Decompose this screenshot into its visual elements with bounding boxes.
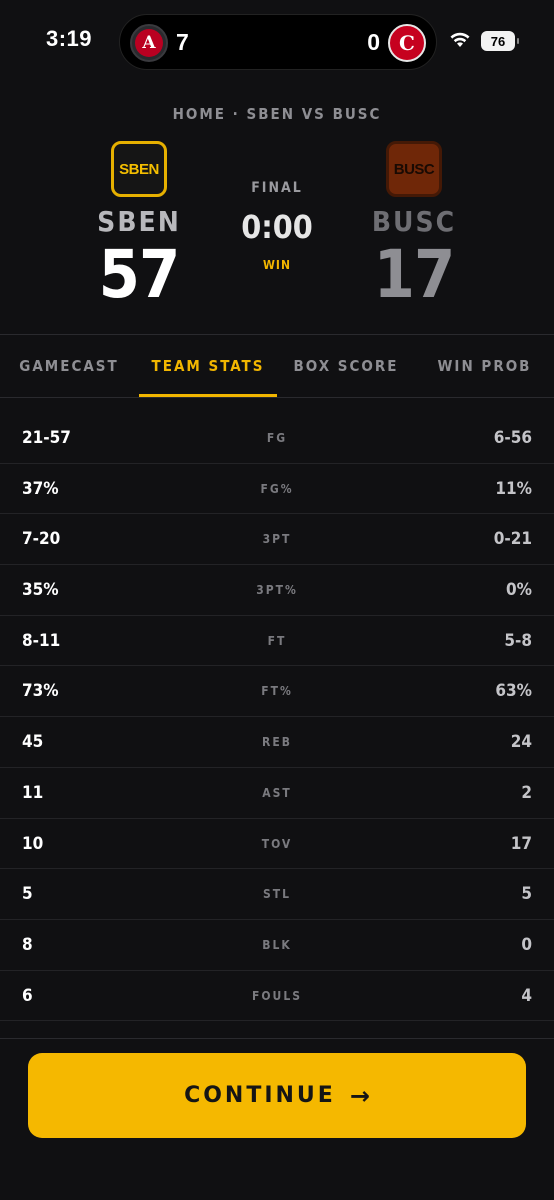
stat-label: STL [262,887,292,902]
game-result: WIN [263,258,291,272]
stat-row: 8 BLK 0 [0,920,554,971]
game-clock: 0:00 [241,208,313,246]
tabs-divider [0,397,554,398]
away-team-score: 17 [373,236,456,313]
stat-away-value: 5-8 [504,630,532,651]
stat-away-value: 11% [495,478,532,499]
away-team-abbr: BUSC [371,205,457,238]
stat-label: FG [266,431,288,445]
live-activity-left-score: 7 [176,29,189,55]
continue-button[interactable]: CONTINUE → [28,1053,526,1138]
continue-button-label: CONTINUE [184,1083,336,1108]
live-activity-right-score: 0 [367,29,380,55]
stat-label: BLK [262,937,292,952]
stat-away-value: 2 [521,782,532,803]
stat-row: 37% FG% 11% [0,464,554,515]
stat-row: 11 AST 2 [0,768,554,819]
wifi-icon [450,32,470,47]
stat-row: 7-20 3PT 0-21 [0,514,554,566]
stat-label: AST [262,785,292,800]
team-stats-table: 21-57 FG 6-56 37% FG% 11% 7-20 3PT 0-21 35% 3PT… [0,413,554,1022]
stat-row: 10 TOV 17 [0,819,554,870]
stat-label: REB [262,735,292,750]
tab-team-stats[interactable]: TEAM STATS [139,335,277,397]
battery-indicator: 76 [481,31,519,51]
away-team: BUSC BUSC 17 [344,141,484,308]
stat-away-value: 24 [510,732,532,753]
stat-row: 35% 3PT% 0% [0,565,554,616]
home-team-badge: SBEN [111,141,167,197]
stat-row: 8-11 FT 5-8 [0,616,554,667]
stat-away-value: 0 [521,934,532,955]
live-activity-island[interactable]: A 7 0 C [119,14,437,70]
stat-away-value: 0-21 [493,529,532,550]
stat-label: FT [267,633,287,648]
stat-row: 21-57 FG 6-56 [0,413,554,464]
stat-away-value: 17 [510,833,532,854]
stat-label: 3PT% [256,583,298,598]
tab-gamecast[interactable]: GAMECAST [0,335,138,397]
tab-win-prob[interactable]: WIN PROB [415,335,554,397]
game-status-label: FINAL [251,180,303,196]
status-time: 3:19 [46,26,93,51]
stat-row: 5 STL 5 [0,869,554,920]
stat-label: FT% [261,684,293,699]
stat-away-value: 6-56 [493,428,532,448]
home-team-abbr: SBEN [97,205,181,238]
stat-row: 73% FT% 63% [0,666,554,718]
stat-away-value: 4 [521,985,532,1006]
stat-label: FOULS [252,988,302,1003]
tab-box-score[interactable]: BOX SCORE [277,335,415,397]
stat-row: 6 FOULS 4 [0,971,554,1022]
home-team: SBEN SBEN 57 [69,141,209,308]
stat-away-value: 5 [521,884,532,905]
tab-bar: GAMECAST TEAM STATS BOX SCORE WIN PROB [0,335,554,397]
home-team-score: 57 [98,236,181,313]
arrow-right-icon: → [349,1081,370,1110]
away-team-badge: BUSC [386,141,442,197]
breadcrumb: HOME · SBEN VS BUSC [172,105,382,123]
angels-logo-icon: A [130,24,168,62]
reds-logo-icon: C [388,24,426,62]
status-bar: 3:19 A 7 0 C 76 [0,0,554,84]
stat-label: TOV [261,836,293,851]
stat-row: 45 REB 24 [0,717,554,768]
stat-label: 3PT [262,532,292,547]
footer-divider [0,1038,554,1039]
stat-label: FG% [260,481,294,496]
stat-away-value: 0% [506,580,532,601]
game-status: FINAL 0:00 WIN [217,180,337,272]
stat-away-value: 63% [495,681,532,702]
